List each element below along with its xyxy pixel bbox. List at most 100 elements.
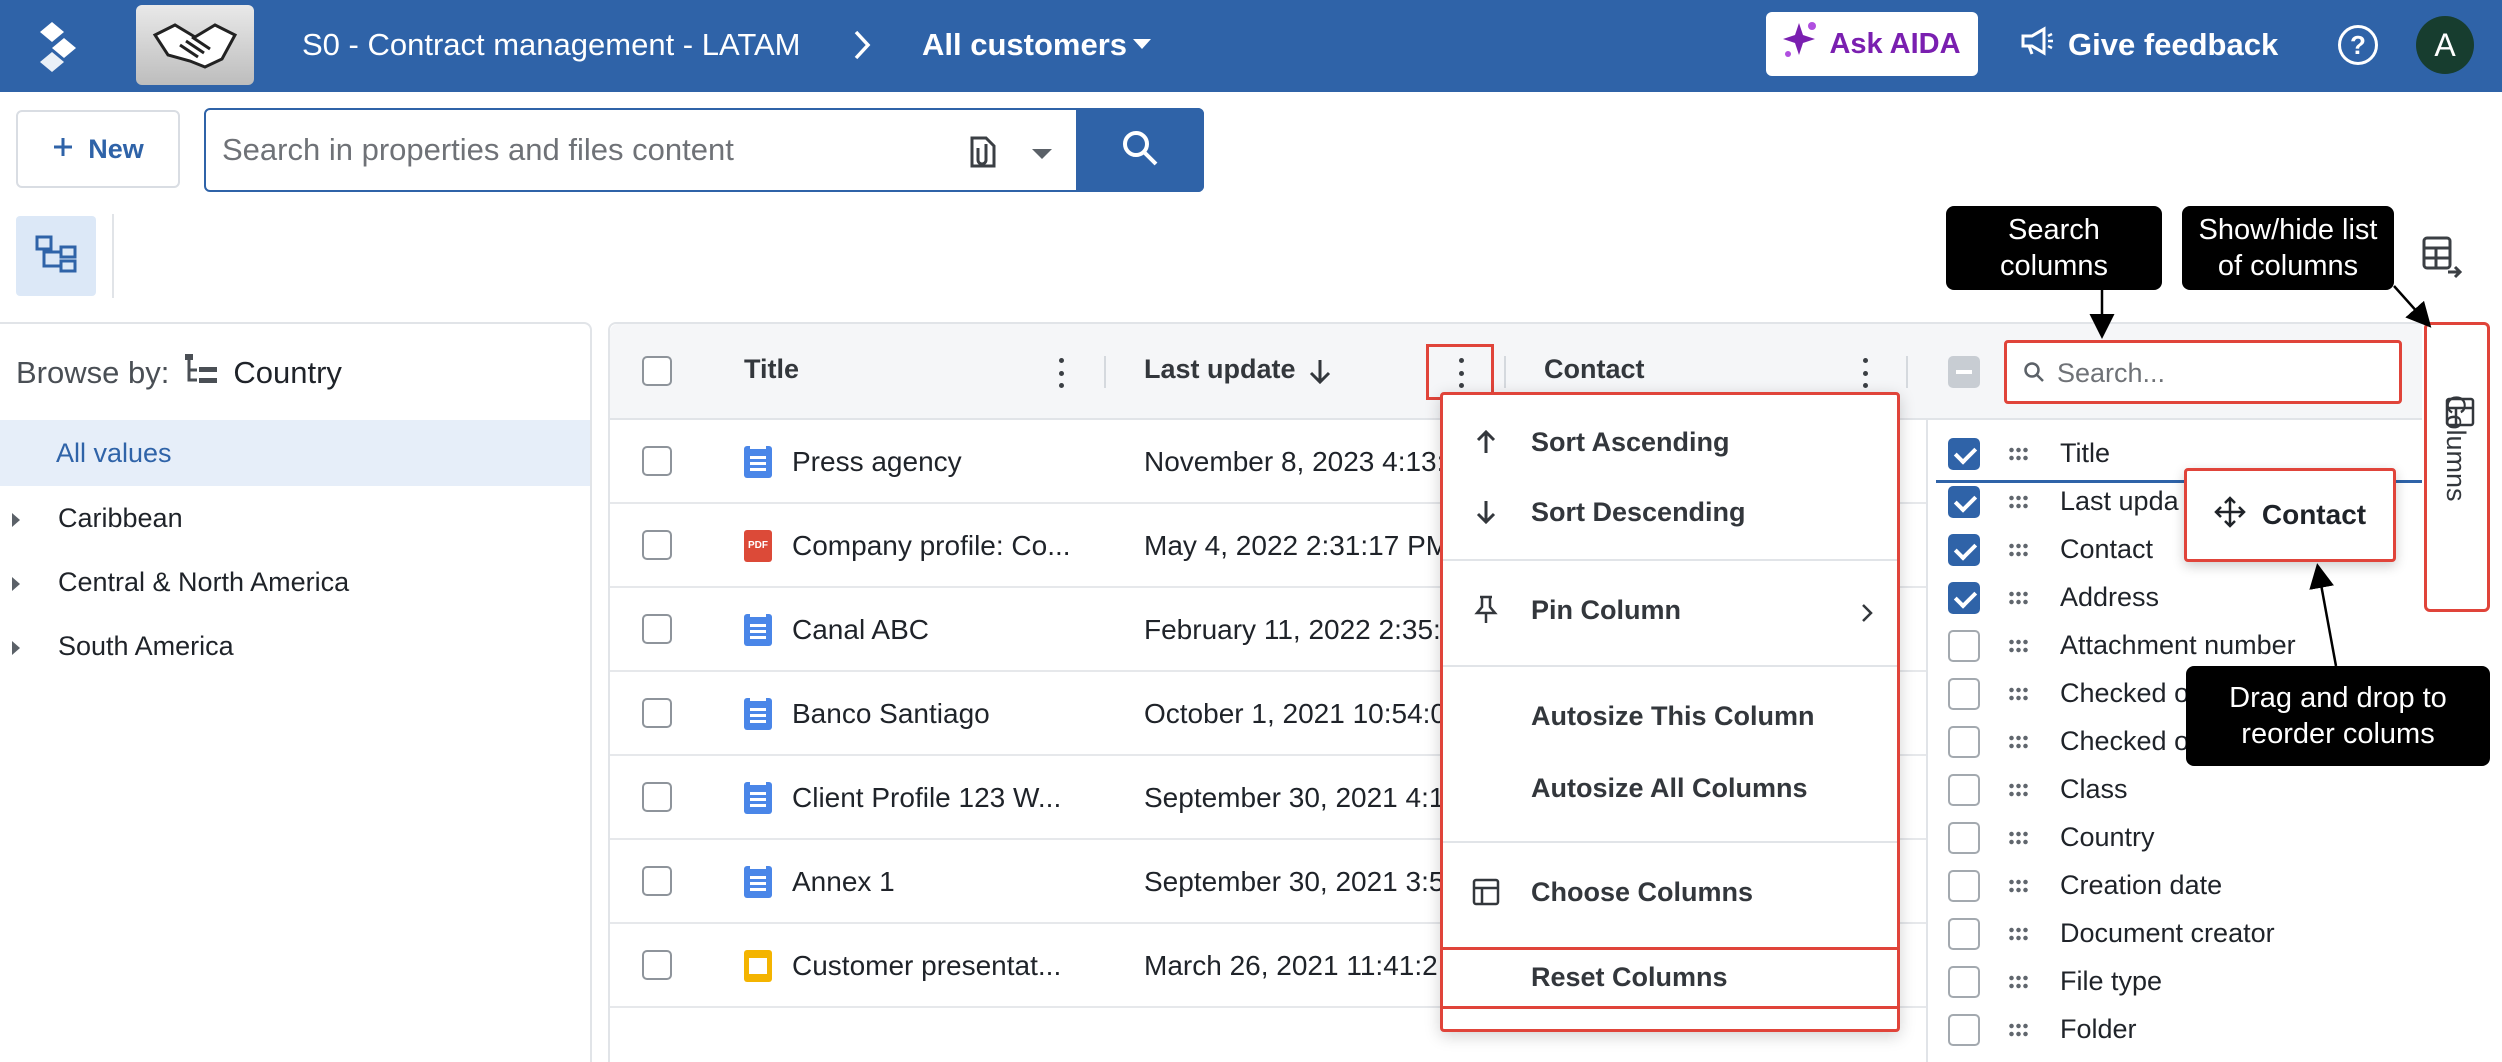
menu-item-reset-columns[interactable]: Reset Columns: [1440, 947, 1900, 1009]
callout-drag-drop: Drag and drop to reorder colums: [2186, 666, 2490, 766]
help-icon[interactable]: ?: [2338, 25, 2378, 65]
row-checkbox[interactable]: [642, 614, 672, 644]
search-input[interactable]: [222, 124, 922, 176]
columns-select-all-checkbox[interactable]: [1948, 356, 1980, 388]
row-title[interactable]: Annex 1: [792, 866, 895, 898]
menu-item-autosize-this[interactable]: Autosize This Column: [1443, 681, 1897, 751]
column-list-item[interactable]: Country: [1926, 814, 2422, 862]
row-checkbox[interactable]: [642, 446, 672, 476]
row-title[interactable]: Company profile: Co...: [792, 530, 1071, 562]
column-list-item[interactable]: Address: [1926, 574, 2422, 622]
menu-item-pin-column[interactable]: Pin Column: [1443, 575, 1897, 645]
column-resize-handle[interactable]: [1504, 356, 1506, 388]
drag-handle-icon[interactable]: [2008, 590, 2028, 606]
column-list-item[interactable]: Creation date: [1926, 862, 2422, 910]
columns-search-field[interactable]: [2004, 340, 2402, 404]
tree-item-central-north-america[interactable]: Central & North America: [0, 550, 590, 614]
drag-handle-icon[interactable]: [2008, 974, 2028, 990]
app-logo-icon[interactable]: [38, 18, 90, 74]
row-checkbox[interactable]: [642, 950, 672, 980]
row-title[interactable]: Canal ABC: [792, 614, 929, 646]
column-resize-handle[interactable]: [1104, 356, 1106, 388]
expand-arrow-icon[interactable]: [12, 513, 20, 527]
menu-item-choose-columns[interactable]: Choose Columns: [1443, 857, 1897, 927]
column-header-contact[interactable]: Contact: [1544, 354, 1645, 385]
tree-view-toggle-button[interactable]: [16, 216, 96, 296]
search-options-dropdown-icon[interactable]: [1032, 148, 1052, 166]
row-checkbox[interactable]: [642, 530, 672, 560]
menu-item-sort-descending[interactable]: Sort Descending: [1443, 477, 1897, 547]
column-list-item[interactable]: File type: [1926, 958, 2422, 1006]
column-header-title[interactable]: Title: [744, 354, 799, 385]
row-title[interactable]: Customer presentat...: [792, 950, 1061, 982]
menu-item-autosize-all[interactable]: Autosize All Columns: [1443, 753, 1897, 823]
plus-icon: [52, 134, 74, 165]
drag-handle-icon[interactable]: [2008, 1022, 2028, 1038]
column-menu-icon[interactable]: [1058, 358, 1064, 388]
new-button[interactable]: New: [16, 110, 180, 188]
column-list-item[interactable]: Class: [1926, 766, 2422, 814]
row-title[interactable]: Banco Santiago: [792, 698, 990, 730]
columns-search-input[interactable]: [2057, 355, 2387, 391]
tree-item-south-america[interactable]: South America: [0, 614, 590, 678]
column-visibility-checkbox[interactable]: [1948, 870, 1980, 902]
menu-item-sort-ascending[interactable]: Sort Ascending: [1443, 407, 1897, 477]
row-last-update: November 8, 2023 4:13:: [1144, 446, 1444, 477]
browse-panel: Browse by: Country All values Caribbean …: [0, 322, 592, 1062]
columns-side-tab[interactable]: Columns: [2424, 322, 2490, 612]
column-list-item[interactable]: Attachment number: [1926, 622, 2422, 670]
column-list-item[interactable]: Document creator: [1926, 910, 2422, 958]
tree-item-all-values[interactable]: All values: [0, 420, 590, 486]
column-visibility-checkbox[interactable]: [1948, 918, 1980, 950]
drag-handle-icon[interactable]: [2008, 638, 2028, 654]
column-visibility-checkbox[interactable]: [1948, 822, 1980, 854]
breadcrumb-app[interactable]: S0 - Contract management - LATAM: [302, 26, 800, 64]
column-visibility-checkbox[interactable]: [1948, 534, 1980, 566]
column-list-label: Folder: [2060, 1014, 2137, 1044]
expand-arrow-icon[interactable]: [12, 641, 20, 655]
drag-handle-icon[interactable]: [2008, 782, 2028, 798]
export-grid-icon[interactable]: [2420, 232, 2464, 285]
column-visibility-checkbox[interactable]: [1948, 774, 1980, 806]
view-dropdown-icon[interactable]: [1133, 38, 1151, 56]
row-checkbox[interactable]: [642, 698, 672, 728]
avatar[interactable]: A: [2416, 16, 2474, 74]
handshake-icon: [136, 5, 254, 85]
breadcrumb-view[interactable]: All customers: [922, 26, 1127, 64]
expand-arrow-icon[interactable]: [12, 577, 20, 591]
sparkle-icon: [1783, 21, 1817, 67]
column-menu-icon[interactable]: [1862, 358, 1868, 388]
column-visibility-checkbox[interactable]: [1948, 726, 1980, 758]
drag-handle-icon[interactable]: [2008, 830, 2028, 846]
row-title[interactable]: Press agency: [792, 446, 962, 478]
column-visibility-checkbox[interactable]: [1948, 582, 1980, 614]
column-visibility-checkbox[interactable]: [1948, 678, 1980, 710]
drag-handle-icon[interactable]: [2008, 446, 2028, 462]
column-list-item[interactable]: Folder: [1926, 1006, 2422, 1054]
search-button[interactable]: [1076, 108, 1204, 192]
give-feedback-button[interactable]: Give feedback: [2020, 22, 2278, 68]
column-visibility-checkbox[interactable]: [1948, 630, 1980, 662]
file-content-search-icon[interactable]: [962, 132, 1002, 177]
column-visibility-checkbox[interactable]: [1948, 486, 1980, 518]
row-checkbox[interactable]: [642, 782, 672, 812]
tree-item-caribbean[interactable]: Caribbean: [0, 486, 590, 550]
ask-aida-button[interactable]: Ask AIDA: [1766, 12, 1978, 76]
column-resize-handle[interactable]: [1906, 356, 1908, 388]
column-visibility-checkbox[interactable]: [1948, 438, 1980, 470]
drag-handle-icon[interactable]: [2008, 686, 2028, 702]
browse-by-header[interactable]: Browse by: Country: [16, 352, 342, 394]
column-visibility-checkbox[interactable]: [1948, 966, 1980, 998]
select-all-checkbox[interactable]: [642, 356, 672, 386]
column-header-last-update[interactable]: Last update: [1144, 354, 1296, 385]
column-visibility-checkbox[interactable]: [1948, 1014, 1980, 1046]
drag-handle-icon[interactable]: [2008, 926, 2028, 942]
drag-handle-icon[interactable]: [2008, 494, 2028, 510]
drag-handle-icon[interactable]: [2008, 734, 2028, 750]
drag-handle-icon[interactable]: [2008, 878, 2028, 894]
row-title[interactable]: Client Profile 123 W...: [792, 782, 1061, 814]
drag-ghost-contact[interactable]: Contact: [2184, 468, 2396, 562]
row-checkbox[interactable]: [642, 866, 672, 896]
drag-handle-icon[interactable]: [2008, 542, 2028, 558]
sort-descending-icon[interactable]: [1308, 358, 1332, 391]
